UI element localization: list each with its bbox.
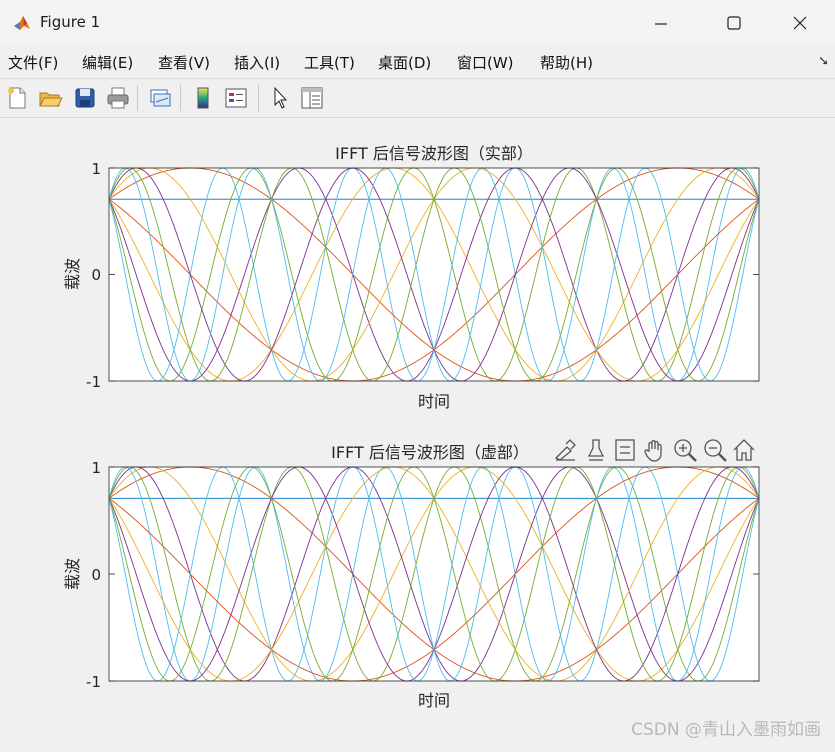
link-plot-icon[interactable] <box>147 85 173 111</box>
open-file-icon[interactable] <box>37 85 63 111</box>
edit-plot-arrow-icon[interactable] <box>267 85 293 111</box>
toolbar-separator <box>137 85 138 111</box>
watermark-text: CSDN @青山入墨雨如画 <box>631 720 821 740</box>
menu-edit[interactable]: 编辑(E) <box>82 52 133 73</box>
axes-real-title: IFFT 后信号波形图（实部） <box>335 144 533 163</box>
ytick-label: 1 <box>91 160 101 178</box>
toolbar-separator <box>258 85 259 111</box>
maximize-icon <box>727 16 741 30</box>
axes-real-ylabel: 载波 <box>63 258 82 290</box>
menu-window[interactable]: 窗口(W) <box>457 52 514 73</box>
axes-real[interactable]: 1 0 -1 IFFT 后信号波形图（实部） 时间 载波 <box>63 144 760 411</box>
menu-tools[interactable]: 工具(T) <box>304 52 355 73</box>
data-tips-icon[interactable] <box>584 438 608 462</box>
close-icon <box>793 16 807 30</box>
zoom-in-icon[interactable] <box>673 438 697 462</box>
menu-desktop[interactable]: 桌面(D) <box>378 52 431 73</box>
chevron-arrow-icon[interactable]: ➘ <box>818 54 829 69</box>
property-inspector-icon[interactable] <box>299 85 325 111</box>
title-bar: Figure 1 <box>0 0 835 47</box>
minimize-icon <box>655 23 667 25</box>
axes-imag[interactable]: 1 0 -1 IFFT 后信号波形图（虚部） 时间 载波 <box>63 443 760 710</box>
ytick-label: 0 <box>91 566 101 584</box>
figure-toolbar <box>0 79 835 118</box>
close-button[interactable] <box>765 0 835 46</box>
brush-icon[interactable] <box>553 438 577 462</box>
menu-insert[interactable]: 插入(I) <box>234 52 280 73</box>
figure-canvas: 1 0 -1 IFFT 后信号波形图（实部） 时间 载波 1 0 -1 IFFT… <box>0 118 835 748</box>
new-figure-icon[interactable] <box>4 85 30 111</box>
home-icon[interactable] <box>732 438 756 462</box>
restore-view-icon[interactable] <box>613 438 637 462</box>
zoom-out-icon[interactable] <box>703 438 727 462</box>
insert-colorbar-icon[interactable] <box>190 85 216 111</box>
minimize-button[interactable] <box>626 0 696 46</box>
menu-help[interactable]: 帮助(H) <box>540 52 593 73</box>
insert-legend-icon[interactable] <box>223 85 249 111</box>
menu-file[interactable]: 文件(F) <box>8 52 58 73</box>
axes-imag-title: IFFT 后信号波形图（虚部） <box>331 443 529 462</box>
plots-svg: 1 0 -1 IFFT 后信号波形图（实部） 时间 载波 1 0 -1 IFFT… <box>63 144 760 710</box>
ytick-label: 1 <box>91 459 101 477</box>
save-icon[interactable] <box>72 85 98 111</box>
axes-real-xlabel: 时间 <box>418 392 450 411</box>
pan-icon[interactable] <box>643 438 667 462</box>
ytick-label: -1 <box>86 373 101 391</box>
ytick-label: 0 <box>91 266 101 284</box>
matlab-logo-icon <box>12 13 32 33</box>
window-title: Figure 1 <box>40 13 101 31</box>
axes-imag-ylabel: 载波 <box>63 558 82 590</box>
toolbar-separator <box>180 85 181 111</box>
print-icon[interactable] <box>105 85 131 111</box>
maximize-button[interactable] <box>699 0 769 46</box>
menu-view[interactable]: 查看(V) <box>158 52 210 73</box>
ytick-label: -1 <box>86 673 101 691</box>
axes-imag-xlabel: 时间 <box>418 691 450 710</box>
menu-bar: 文件(F) 编辑(E) 查看(V) 插入(I) 工具(T) 桌面(D) 窗口(W… <box>0 46 835 79</box>
axes-toolbar <box>553 438 756 462</box>
